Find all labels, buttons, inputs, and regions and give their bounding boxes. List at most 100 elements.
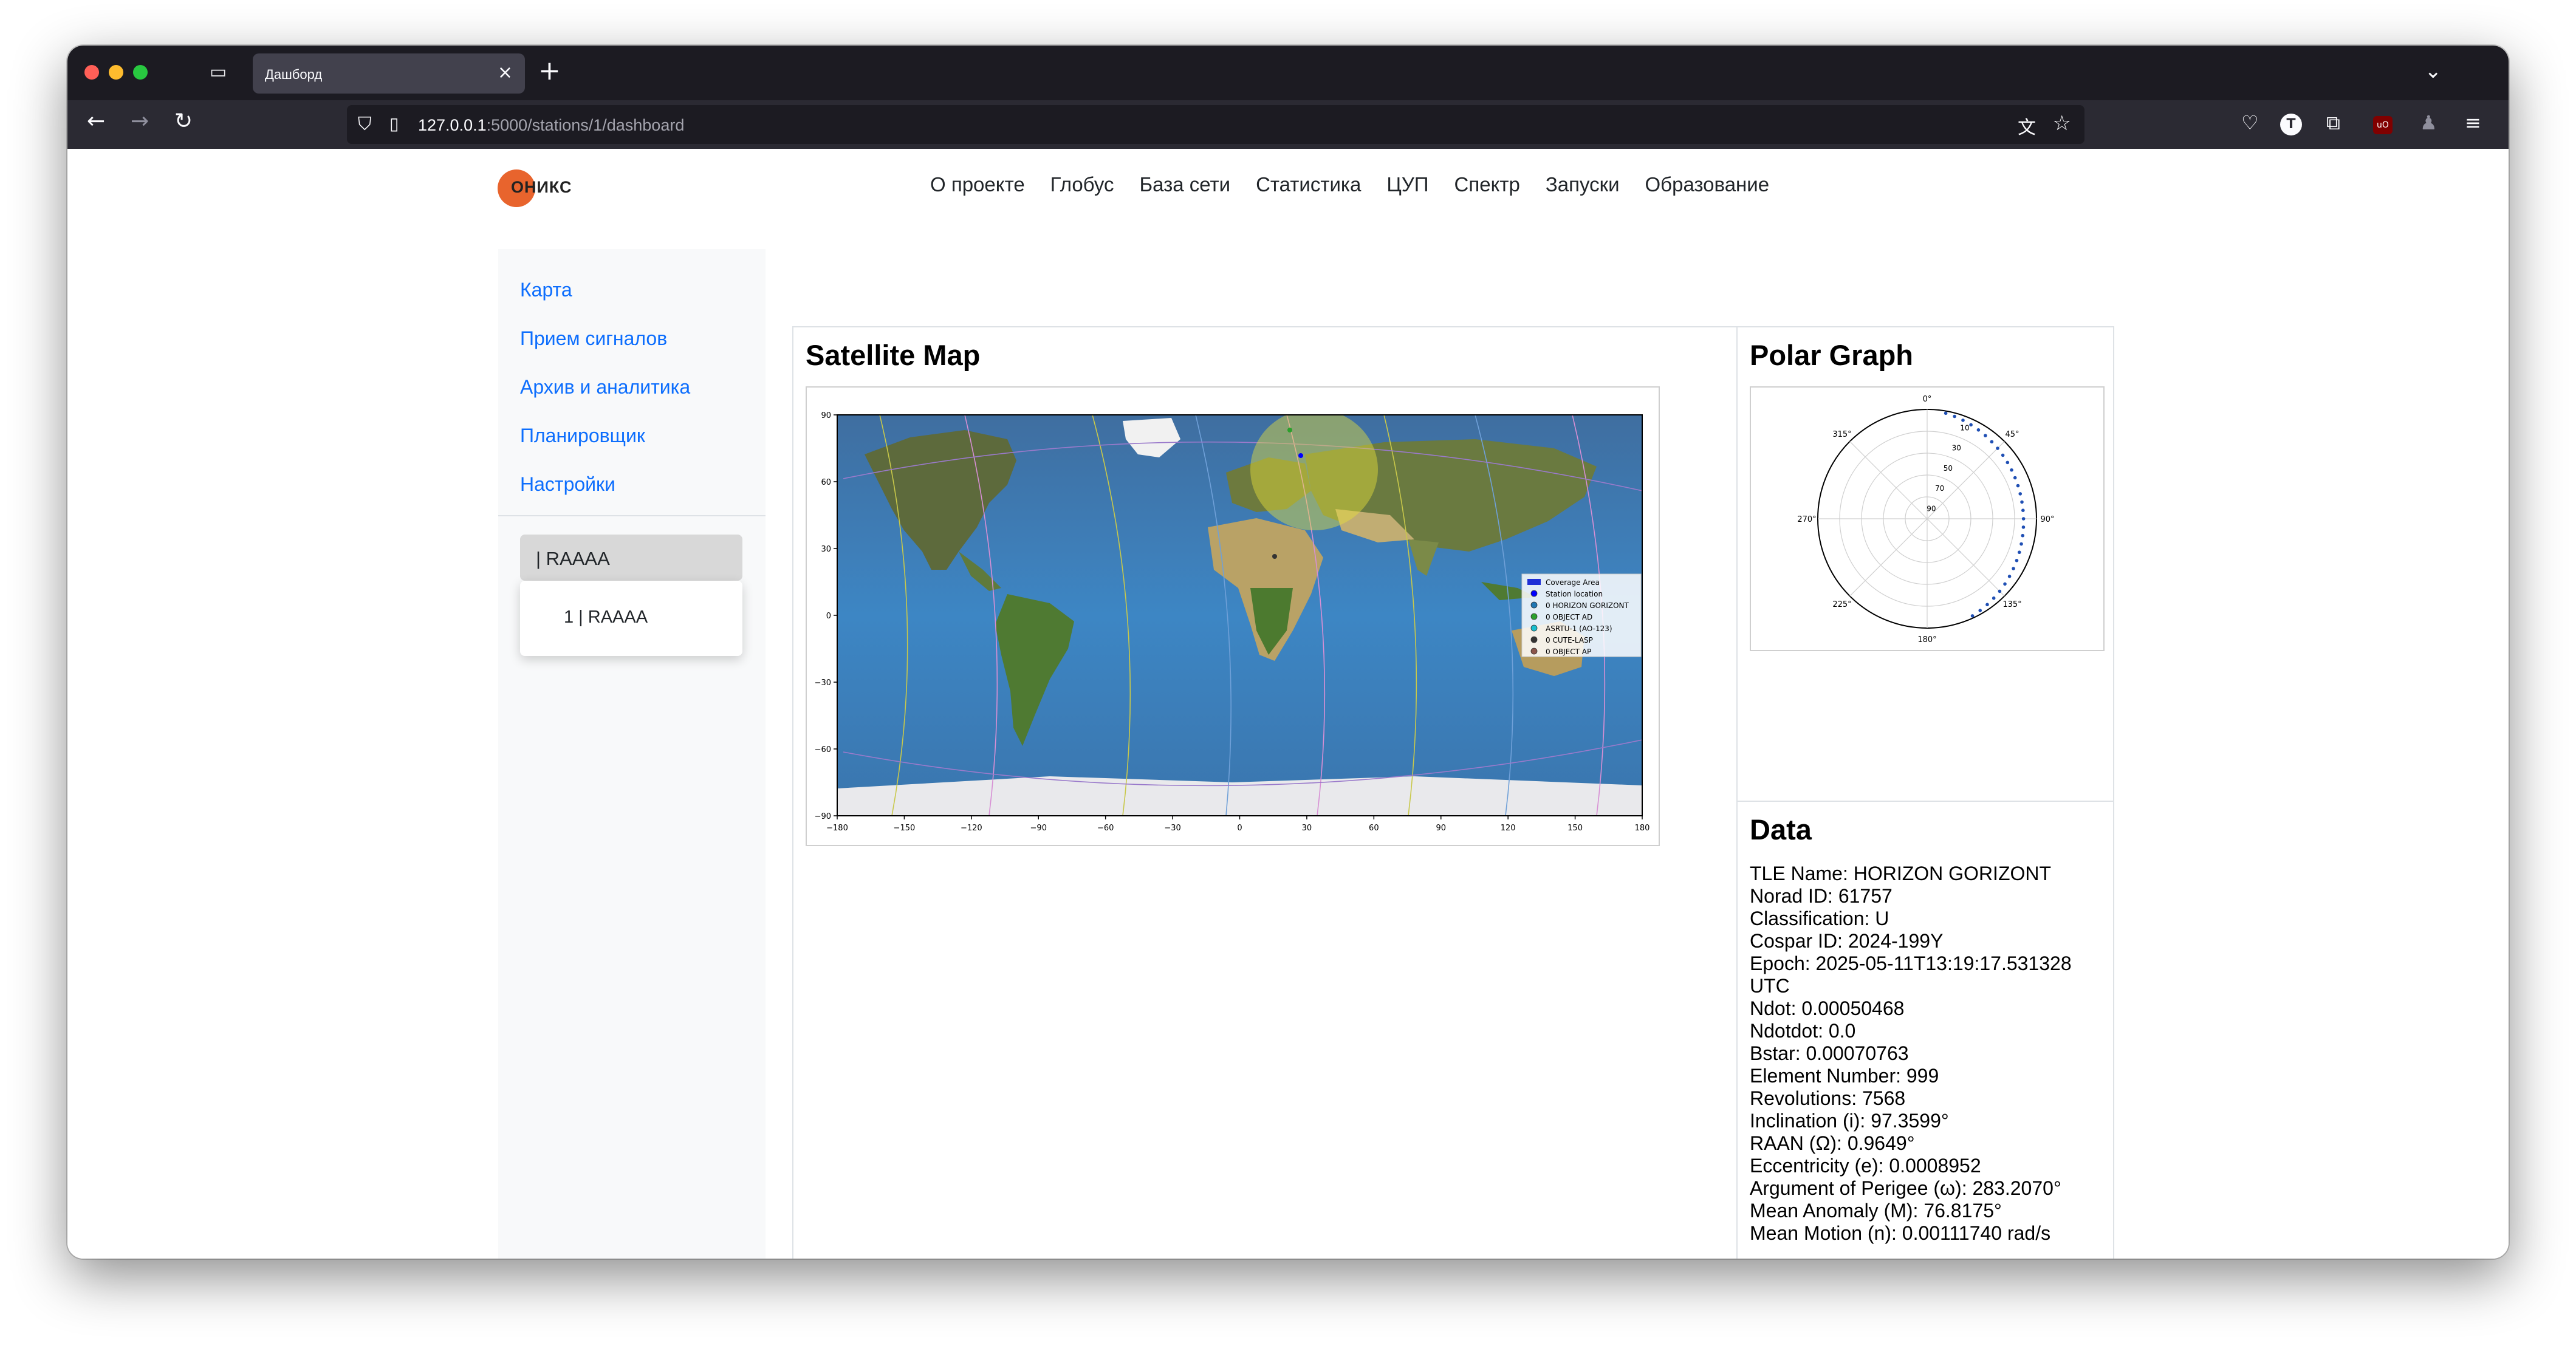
pass-point [1970,614,1975,618]
nav-link-network-base[interactable]: База сети [1139,173,1230,196]
pass-point [1998,589,2002,593]
extension-person-icon[interactable]: ♟ [2420,111,2437,134]
eccentricity: Eccentricity (e): 0.0008952 [1750,1155,1981,1177]
classification: Classification: U [1750,908,1889,929]
data-card: Data TLE Name: HORIZON GORIZONT Norad ID… [1736,801,2114,1259]
tle-data-list: TLE Name: HORIZON GORIZONT Norad ID: 617… [1750,863,2108,1245]
sidebar-divider [498,515,766,516]
pass-point [2021,508,2025,512]
pass-point [2021,517,2026,521]
tab-title: Дашборд [265,67,323,82]
pocket-icon[interactable]: ♡ [2241,111,2259,134]
pass-point [1961,419,1965,422]
x-tick-label: −150 [894,824,916,833]
pass-point [2015,558,2019,562]
close-window-button[interactable] [84,65,99,80]
legend-swatch [1530,601,1538,609]
nav-link-mission-control[interactable]: ЦУП [1386,173,1428,196]
mean-motion: Mean Motion (n): 0.00111740 rad/s [1750,1222,2051,1244]
map-legend: Coverage Area Station location 0 HORIZON G… [1521,573,1642,657]
tab-manager-icon[interactable]: ▭ [206,61,230,83]
pass-point [2017,550,2021,555]
pass-point [2018,492,2023,496]
satellite-map-svg: −180 −150 −120 −90 −60 −30 0 30 60 90 120 150 180 90 6… [815,411,1650,833]
nav-link-spectrum[interactable]: Спектр [1454,173,1520,196]
address-bar[interactable]: ⛉ ▯ 127.0.0.1:5000/stations/1/dashboard … [347,105,2084,144]
legend-swatch [1527,579,1541,585]
sidebar-item-scheduler[interactable]: Планировщик [520,425,645,447]
account-avatar-icon[interactable]: T [2280,114,2302,135]
pass-point [1984,434,1987,437]
polar-angle-label: 225° [1832,600,1851,609]
sidebar-item-archive[interactable]: Архив и аналитика [520,376,690,398]
chevron-down-icon[interactable]: ⌄ [2425,59,2442,83]
polar-radial-label: 50 [1944,464,1953,473]
page-icon[interactable]: ▯ [389,114,399,134]
polar-radial-label: 30 [1952,444,1961,453]
sidebar-item-settings[interactable]: Настройки [520,473,615,496]
coverage-area [1250,415,1378,530]
nav-link-statistics[interactable]: Статистика [1256,173,1361,196]
legend-label: 0 CUTE-LASP [1546,636,1593,644]
pass-point [2007,575,2012,578]
legend-swatch [1530,636,1538,643]
shield-icon[interactable]: ⛉ [358,114,372,135]
bstar: Bstar: 0.00070763 [1750,1042,1909,1064]
station-dropdown-menu: 1 | RAAAA [520,581,742,656]
pass-point [2003,582,2007,586]
new-tab-icon[interactable]: + [538,55,561,86]
y-tick-label: 90 [821,411,831,420]
ublock-icon[interactable]: uO [2373,116,2393,134]
bookmark-star-icon[interactable]: ☆ [2053,111,2071,135]
satellite-map-title: Satellite Map [806,339,981,371]
tab-active[interactable]: Дашборд × [253,53,525,94]
forward-arrow-icon[interactable]: → [131,109,149,134]
station-option[interactable]: 1 | RAAAA [564,607,648,627]
satellite-map-card: Satellite Map −180 −150 −120 −90 −60 −30… [792,326,1738,1259]
translate-icon[interactable]: 文 [2018,112,2036,139]
maximize-window-button[interactable] [133,65,148,80]
x-tick-label: 90 [1436,824,1446,833]
pass-point [1996,446,1999,450]
polar-radial-label: 90 [1927,504,1936,513]
minimize-window-button[interactable] [109,65,123,80]
y-tick-label: −60 [815,745,831,754]
nav-link-education[interactable]: Образование [1645,173,1770,196]
raan: RAAN (Ω): 0.9649° [1750,1132,1915,1154]
x-tick-label: −30 [1164,824,1180,833]
extensions-puzzle-icon[interactable]: ⧉ [2326,111,2340,135]
sidebar-item-signal-reception[interactable]: Прием сигналов [520,327,667,350]
nav-link-about[interactable]: О проекте [930,173,1025,196]
legend-label: ASRTU-1 (AO-123) [1546,624,1612,633]
x-tick-label: −60 [1097,824,1114,833]
pass-point [1990,440,1994,444]
norad-id: Norad ID: 61757 [1750,885,1893,907]
station-select-value: | RAAAA [536,548,610,569]
polar-angle-label: 135° [2002,600,2021,609]
logo-text[interactable]: ОНИКС [511,178,572,197]
satellite-marker-cute-lasp [1272,554,1277,559]
legend-swatch [1530,624,1538,632]
reload-icon[interactable]: ↻ [174,109,193,134]
polar-graph-title: Polar Graph [1750,339,1914,371]
legend-swatch [1530,590,1538,597]
station-location-marker [1298,453,1303,458]
mean-anomaly: Mean Anomaly (M): 76.8175° [1750,1200,2002,1222]
url-text[interactable]: 127.0.0.1:5000/stations/1/dashboard [418,116,684,135]
polar-grid [1817,409,2037,629]
sidebar-item-map[interactable]: Карта [520,279,572,301]
polar-radial-label: 10 [1960,423,1969,432]
station-select[interactable]: | RAAAA [520,535,742,581]
polar-angle-label: 0° [1923,395,1932,404]
tab-bar: ▭ Дашборд × + ⌄ [67,46,2509,100]
x-tick-label: 150 [1567,824,1583,833]
back-arrow-icon[interactable]: ← [87,109,105,134]
ndotdot: Ndotdot: 0.0 [1750,1020,1856,1042]
hamburger-menu-icon[interactable]: ≡ [2465,111,2481,134]
nav-link-launches[interactable]: Запуски [1546,173,1620,196]
polar-angle-label: 45° [2005,430,2019,439]
close-tab-icon[interactable]: × [498,62,513,83]
x-tick-label: 180 [1635,824,1650,833]
nav-link-globe[interactable]: Глобус [1050,173,1114,196]
x-tick-label: −90 [1030,824,1047,833]
